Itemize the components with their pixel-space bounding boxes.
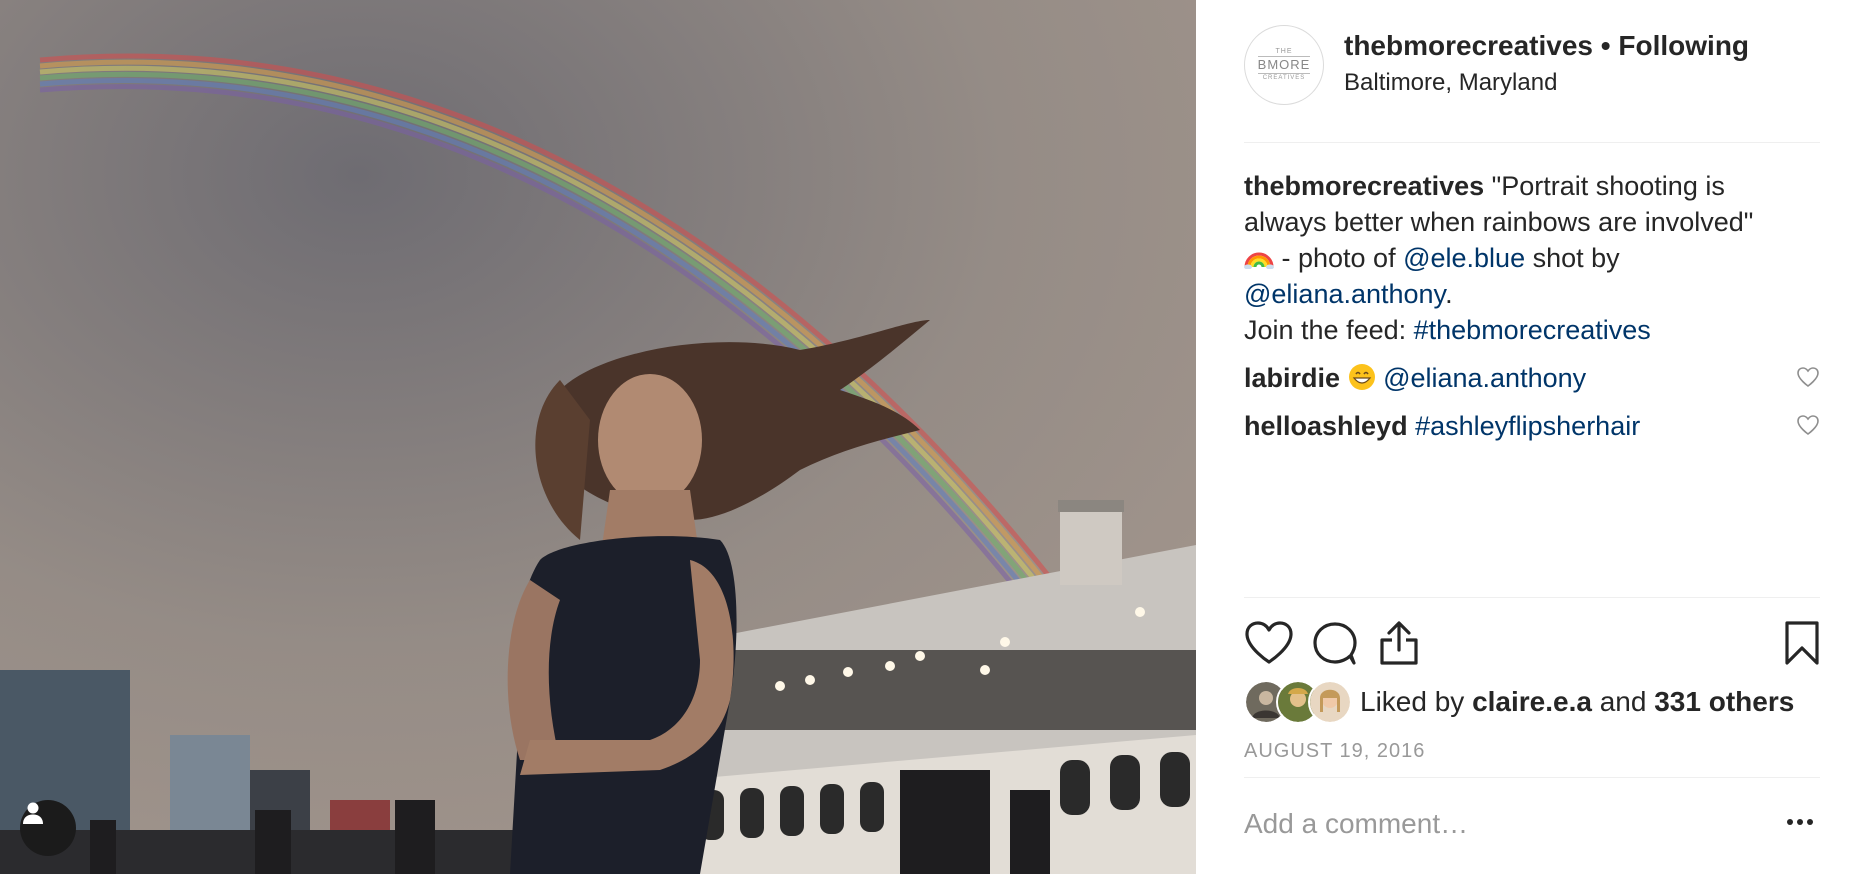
instagram-post: THE BMORE CREATIVES thebmorecreatives • … bbox=[0, 0, 1860, 874]
header-separator: • bbox=[1600, 30, 1611, 61]
header-username-link[interactable]: thebmorecreatives bbox=[1344, 30, 1593, 61]
avatar-logo-top: THE bbox=[1275, 48, 1293, 55]
liker-username[interactable]: claire.e.a bbox=[1472, 686, 1592, 717]
likes-summary[interactable]: Liked by claire.e.a and 331 others bbox=[1244, 680, 1794, 724]
comment-row: labirdie @eliana.anthony bbox=[1244, 360, 1820, 396]
user-tag-icon bbox=[23, 802, 43, 824]
comments-section: thebmorecreatives "Portrait shooting is … bbox=[1244, 168, 1820, 444]
comment-username[interactable]: labirdie bbox=[1244, 363, 1340, 393]
comment-icon[interactable] bbox=[1312, 620, 1358, 666]
hashtag-link[interactable]: #thebmorecreatives bbox=[1414, 315, 1651, 345]
like-comment-heart-icon[interactable] bbox=[1796, 366, 1820, 388]
caption-text: shot by bbox=[1525, 243, 1620, 273]
caption: thebmorecreatives "Portrait shooting is … bbox=[1244, 168, 1804, 348]
caption-username[interactable]: thebmorecreatives bbox=[1244, 171, 1484, 201]
following-button[interactable]: Following bbox=[1618, 30, 1749, 61]
header-username-row: thebmorecreatives • Following bbox=[1344, 30, 1749, 62]
share-icon[interactable] bbox=[1379, 620, 1419, 666]
mention-link[interactable]: @eliana.anthony bbox=[1244, 279, 1445, 309]
heart-icon[interactable] bbox=[1244, 620, 1294, 666]
avatar-logo-bottom: CREATIVES bbox=[1262, 75, 1306, 81]
rainbow-emoji-icon bbox=[1244, 252, 1274, 269]
hashtag-link[interactable]: #ashleyflipsherhair bbox=[1415, 411, 1640, 441]
post-photo[interactable] bbox=[0, 0, 1196, 874]
more-options-icon[interactable] bbox=[1786, 818, 1814, 826]
likes-text: Liked by claire.e.a and 331 others bbox=[1360, 686, 1794, 718]
user-tag-button[interactable] bbox=[20, 800, 76, 856]
comment-row: helloashleyd #ashleyflipsherhair bbox=[1244, 408, 1820, 444]
liker-avatar bbox=[1308, 680, 1352, 724]
post-sidebar: THE BMORE CREATIVES thebmorecreatives • … bbox=[1196, 0, 1860, 874]
add-comment-input[interactable] bbox=[1244, 804, 1744, 844]
post-header: THE BMORE CREATIVES thebmorecreatives • … bbox=[1244, 22, 1820, 143]
like-comment-heart-icon[interactable] bbox=[1796, 414, 1820, 436]
bookmark-icon[interactable] bbox=[1784, 620, 1820, 666]
caption-text: . bbox=[1445, 279, 1453, 309]
comment-username[interactable]: helloashleyd bbox=[1244, 411, 1408, 441]
mention-link[interactable]: @ele.blue bbox=[1403, 243, 1525, 273]
caption-text: Join the feed: bbox=[1244, 315, 1414, 345]
avatar-logo-middle: BMORE bbox=[1257, 56, 1311, 74]
grinning-emoji-icon bbox=[1348, 364, 1375, 390]
post-date[interactable]: AUGUST 19, 2016 bbox=[1244, 740, 1425, 763]
mention-link[interactable]: @eliana.anthony bbox=[1383, 363, 1586, 393]
likes-middle: and bbox=[1599, 686, 1647, 717]
photo-illustration bbox=[0, 0, 1196, 874]
likes-prefix: Liked by bbox=[1360, 686, 1465, 717]
location-link[interactable]: Baltimore, Maryland bbox=[1344, 69, 1557, 97]
account-avatar[interactable]: THE BMORE CREATIVES bbox=[1244, 25, 1324, 105]
add-comment-bar bbox=[1244, 777, 1820, 875]
caption-text: - photo of bbox=[1274, 243, 1404, 273]
likes-count[interactable]: 331 others bbox=[1654, 686, 1794, 717]
